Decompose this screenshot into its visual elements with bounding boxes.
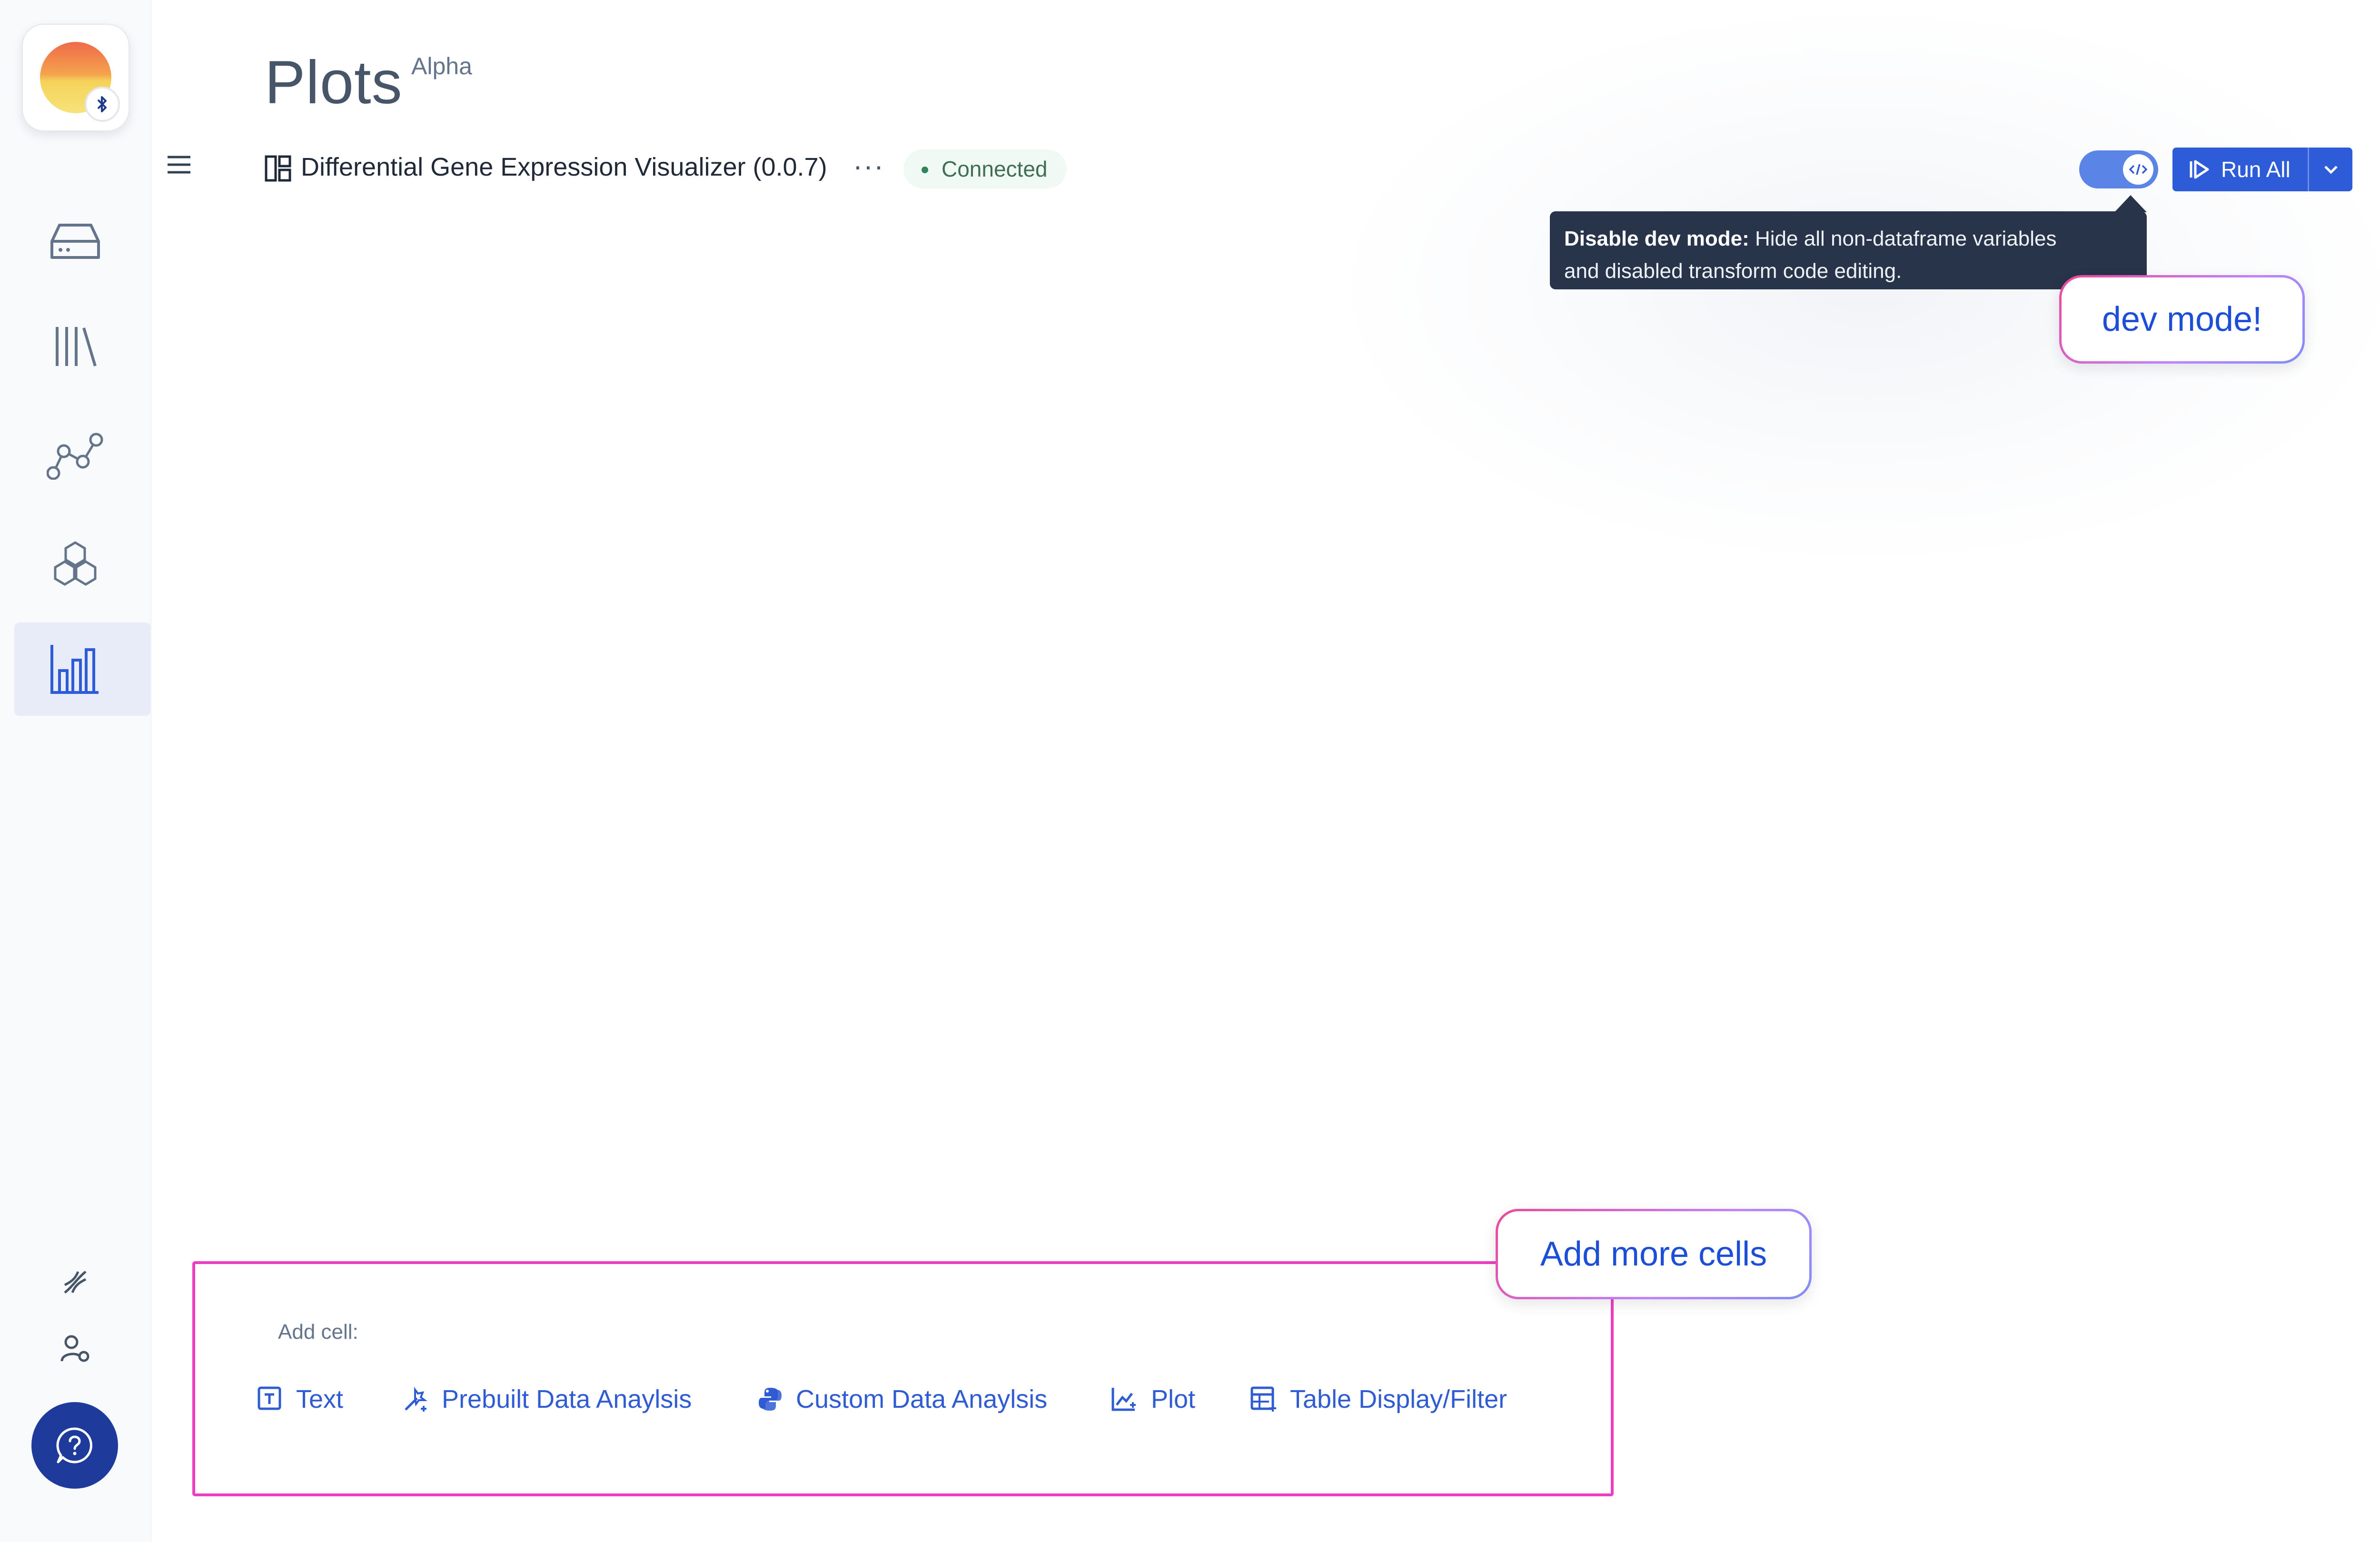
- bar-chart-icon: [50, 645, 99, 694]
- add-cells-callout: Add more cells: [1496, 1209, 1812, 1299]
- tooltip-text-line2: and disabled transform code editing.: [1564, 259, 1902, 283]
- add-cell-label: Add cell:: [278, 1320, 358, 1344]
- page-title: Plots: [265, 49, 403, 117]
- sidebar-item-plots[interactable]: [43, 637, 108, 702]
- notebook-title[interactable]: Differential Gene Expression Visualizer …: [301, 152, 827, 182]
- add-text-cell-label: Text: [296, 1385, 344, 1414]
- dev-mode-toggle[interactable]: [2079, 150, 2158, 188]
- add-cell-panel: [192, 1261, 1614, 1496]
- plot-icon: [1111, 1388, 1136, 1411]
- status-dot-icon: [922, 167, 928, 173]
- code-icon: [2123, 154, 2153, 185]
- tooltip-arrow: [2114, 195, 2147, 212]
- alpha-badge: Alpha: [411, 53, 472, 79]
- dev-mode-tooltip: Disable dev mode: Hide all non-dataframe…: [1550, 211, 2147, 289]
- add-plot-cell-label: Plot: [1151, 1385, 1196, 1414]
- tooltip-text-line1: Hide all non-dataframe variables: [1749, 227, 2057, 250]
- dna-icon: [64, 1271, 87, 1294]
- chevron-down-icon: [2324, 166, 2338, 174]
- sidebar-item-workflows[interactable]: [43, 424, 108, 488]
- sidebar-item-registry[interactable]: [43, 314, 108, 379]
- add-custom-analysis-label: Custom Data Anaylsis: [796, 1385, 1048, 1414]
- add-text-cell-button[interactable]: Text: [257, 1383, 343, 1415]
- run-options-dropdown[interactable]: [2309, 148, 2352, 191]
- tooltip-title: Disable dev mode:: [1564, 227, 1749, 250]
- graph-icon: [47, 433, 103, 480]
- connection-status-badge: Connected: [903, 149, 1067, 188]
- help-chat-button[interactable]: [31, 1402, 118, 1489]
- hamburger-menu-icon[interactable]: [167, 154, 191, 178]
- add-prebuilt-analysis-button[interactable]: Prebuilt Data Anaylsis: [401, 1383, 692, 1415]
- run-all-button-group: Run All: [2172, 148, 2352, 191]
- add-plot-cell-button[interactable]: Plot: [1110, 1383, 1195, 1415]
- wand-icon: [405, 1387, 427, 1412]
- add-custom-analysis-button[interactable]: Custom Data Anaylsis: [757, 1383, 1047, 1415]
- hexagons-icon: [54, 541, 97, 586]
- layout-icon: [265, 155, 291, 184]
- sidebar: [0, 0, 151, 1542]
- dev-mode-callout: dev mode!: [2059, 275, 2305, 364]
- add-table-cell-label: Table Display/Filter: [1290, 1385, 1507, 1414]
- text-icon: [258, 1386, 281, 1410]
- app-logo[interactable]: [22, 24, 129, 131]
- sidebar-item-dna[interactable]: [43, 1255, 108, 1310]
- bluetooth-badge-icon: [85, 87, 120, 122]
- add-prebuilt-analysis-label: Prebuilt Data Anaylsis: [442, 1385, 692, 1414]
- help-chat-icon: [56, 1427, 92, 1463]
- library-icon: [56, 327, 97, 366]
- sidebar-item-pods[interactable]: [43, 531, 108, 596]
- connection-status-text: Connected: [942, 157, 1048, 181]
- run-all-button[interactable]: Run All: [2172, 148, 2308, 191]
- python-icon: [759, 1388, 782, 1411]
- user-settings-icon: [60, 1335, 89, 1362]
- add-table-cell-button[interactable]: Table Display/Filter: [1250, 1383, 1507, 1415]
- sidebar-item-account[interactable]: [43, 1321, 108, 1376]
- table-icon: [1250, 1386, 1276, 1412]
- run-all-label: Run All: [2221, 157, 2291, 182]
- sidebar-item-data[interactable]: [43, 208, 108, 273]
- run-all-icon: [2190, 160, 2209, 179]
- drive-icon: [50, 224, 100, 259]
- more-options-button[interactable]: ···: [853, 149, 884, 182]
